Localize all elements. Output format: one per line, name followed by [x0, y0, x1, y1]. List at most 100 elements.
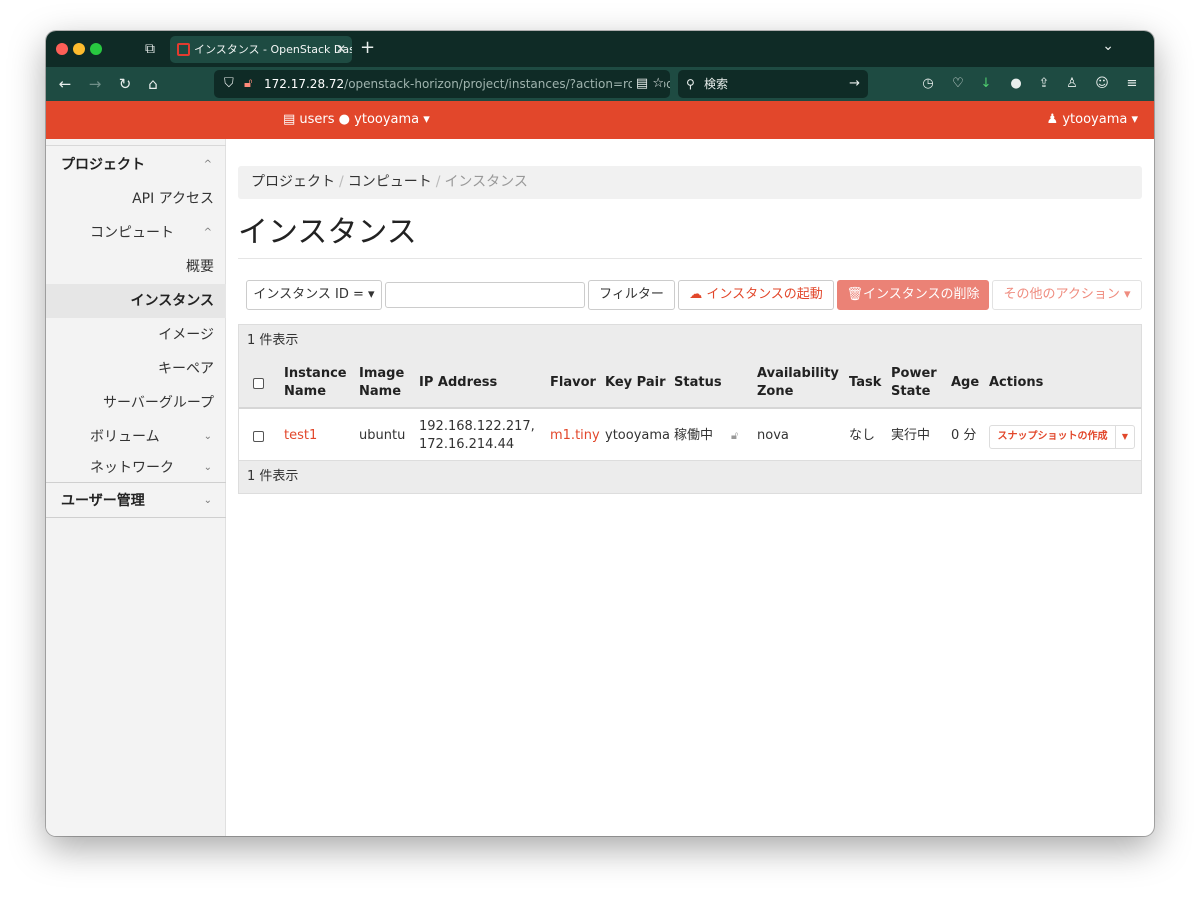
chevron-down-icon: ⌄ — [203, 462, 212, 473]
instance-name-link[interactable]: test1 — [284, 411, 317, 461]
status-label: 稼働中 — [674, 428, 714, 443]
column-header-task[interactable]: Task — [849, 357, 881, 409]
task-cell: なし — [849, 428, 876, 443]
launch-instance-button[interactable]: ☁︎ インスタンスの起動 — [678, 280, 834, 310]
user-icon: ♟ — [1046, 112, 1063, 127]
sidebar-item-compute[interactable]: コンピュート ^ — [46, 216, 226, 250]
search-bar[interactable]: ⚲ 検索 → — [678, 70, 868, 98]
minimize-window-button[interactable] — [73, 43, 85, 55]
launch-instance-label: インスタンスの起動 — [706, 287, 823, 302]
sidebar-item-api-access[interactable]: API アクセス — [46, 182, 226, 216]
delete-instances-button[interactable]: 🗑︎インスタンスの削除 — [837, 280, 989, 310]
chevron-up-icon: ^ — [203, 227, 212, 238]
tab-overview-icon[interactable]: ⧉ — [140, 39, 160, 59]
project-selector[interactable]: ▤ users ● ytooyama ▾ — [283, 101, 430, 139]
breadcrumb-separator: / — [339, 174, 344, 190]
column-header-age[interactable]: Age — [951, 357, 979, 409]
home-icon[interactable]: ⌂ — [142, 73, 164, 95]
download-icon[interactable]: ↓ — [976, 73, 996, 95]
more-actions-button[interactable]: その他のアクション ▾ — [992, 280, 1142, 310]
breadcrumb-separator: / — [435, 174, 441, 190]
column-header-instance-name[interactable]: Instance Name — [284, 357, 352, 409]
image-name-cell: ubuntu — [359, 428, 406, 443]
browser-window: ⧉ インスタンス - OpenStack Dashboard ✕ + ⌄ ← →… — [46, 31, 1154, 836]
sidebar-item-label: ネットワーク — [90, 460, 174, 476]
breadcrumb-current: インスタンス — [444, 174, 528, 190]
breadcrumb-compute[interactable]: コンピュート — [348, 174, 432, 190]
column-header-image-name[interactable]: Image Name — [359, 357, 409, 409]
browser-tab[interactable]: インスタンス - OpenStack Dashboard ✕ — [170, 36, 352, 63]
tab-bar: ⧉ インスタンス - OpenStack Dashboard ✕ + ⌄ — [46, 31, 1154, 67]
translate-and-bookmark-icons[interactable]: ▤ ☆ — [631, 70, 664, 98]
column-header-power-state[interactable]: Power State — [891, 357, 939, 409]
power-state-cell: 実行中 — [891, 428, 931, 443]
project-list-icon: ▤ — [283, 112, 300, 127]
table-count-bottom: 1 件表示 — [239, 461, 1141, 493]
user-menu[interactable]: ♟ ytooyama ▾ — [1047, 101, 1138, 139]
column-header-ip-address[interactable]: IP Address — [419, 357, 497, 409]
filter-button[interactable]: フィルター — [588, 280, 675, 310]
menu-icon[interactable]: ≡ — [1122, 73, 1142, 95]
search-go-arrow-icon[interactable]: → — [849, 70, 860, 98]
sidebar-group-label: ユーザー管理 — [61, 493, 145, 509]
sidebar-item-instances[interactable]: インスタンス — [46, 284, 226, 318]
ip-address-2: 172.16.214.44 — [419, 437, 515, 452]
column-header-status[interactable]: Status — [674, 357, 722, 409]
sidebar-item-network[interactable]: ネットワーク ⌄ — [46, 451, 226, 485]
url-host: 172.17.28.72 — [264, 77, 345, 91]
sidebar-item-keypairs[interactable]: キーペア — [46, 352, 226, 386]
back-arrow-icon[interactable]: ← — [54, 73, 76, 95]
create-snapshot-button[interactable]: スナップショットの作成 — [989, 425, 1116, 449]
sidebar-item-volumes[interactable]: ボリューム ⌄ — [46, 420, 226, 454]
share-icon[interactable]: ⇪ — [1034, 73, 1054, 95]
row-checkbox[interactable] — [253, 430, 264, 442]
caret-down-icon: ▼ — [1121, 432, 1129, 441]
zoom-window-button[interactable] — [90, 43, 102, 55]
breadcrumb: プロジェクト / コンピュート / インスタンス — [238, 166, 1142, 199]
pocket-icon[interactable]: ♡ — [948, 73, 968, 95]
row-checkbox-cell — [253, 411, 264, 461]
tab-close-icon[interactable]: ✕ — [336, 36, 346, 63]
sidebar-item-server-groups[interactable]: サーバーグループ — [46, 386, 226, 420]
ip-address-1: 192.168.122.217, — [419, 419, 535, 434]
forward-arrow-icon[interactable]: → — [84, 73, 106, 95]
flavor-link[interactable]: m1.tiny — [550, 411, 600, 461]
sidebar-divider — [46, 482, 226, 483]
chevron-down-icon: ⌄ — [203, 431, 212, 442]
history-icon[interactable]: ◷ — [918, 73, 938, 95]
openstack-favicon-icon — [177, 43, 190, 56]
filter-input[interactable] — [385, 282, 585, 308]
new-tab-button[interactable]: + — [360, 37, 375, 58]
column-header-flavor[interactable]: Flavor — [550, 357, 596, 409]
sidebar-group-identity[interactable]: ユーザー管理 ⌄ — [46, 484, 226, 518]
table-row: test1 ubuntu 192.168.122.217, 172.16.214… — [239, 411, 1141, 461]
filter-field-dropdown[interactable]: インスタンス ID = ▾ — [246, 280, 382, 310]
unlock-icon: 🔓︎ — [731, 429, 739, 442]
sidebar: プロジェクト ^ API アクセス コンピュート ^ 概要 インスタンス イメー… — [46, 139, 226, 836]
sidebar-divider — [46, 139, 226, 146]
select-all-checkbox[interactable] — [253, 377, 264, 389]
reload-icon[interactable]: ↻ — [114, 73, 136, 95]
insecure-lock-icon[interactable]: 🔓︎ — [244, 70, 252, 98]
table-header: Instance Name Image Name IP Address Flav… — [239, 357, 1141, 409]
account-icon[interactable]: ♙ — [1062, 73, 1082, 95]
breadcrumb-project[interactable]: プロジェクト — [251, 174, 335, 190]
instances-table: 1 件表示 Instance Name Image Name IP Addres… — [238, 324, 1142, 494]
column-header-availability-zone[interactable]: Availability Zone — [757, 357, 839, 409]
sidebar-item-images[interactable]: イメージ — [46, 318, 226, 352]
page-title: インスタンス — [238, 215, 417, 250]
sidebar-item-overview[interactable]: 概要 — [46, 250, 226, 284]
avatar-extension-icon[interactable]: ☺ — [1092, 73, 1112, 95]
row-actions-dropdown[interactable]: ▼ — [1115, 425, 1135, 449]
chevron-down-icon[interactable]: ⌄ — [1102, 38, 1114, 54]
close-window-button[interactable] — [56, 43, 68, 55]
shield-icon[interactable]: ⛉ — [224, 70, 234, 98]
sidebar-group-project[interactable]: プロジェクト ^ — [46, 148, 226, 182]
sidebar-divider — [46, 517, 226, 518]
search-placeholder: 検索 — [704, 77, 729, 91]
column-header-key-pair[interactable]: Key Pair — [605, 357, 665, 409]
navigation-bar: ← → ↻ ⌂ ⛉ 🔓︎ 172.17.28.72/openstack-hori… — [46, 67, 1154, 101]
ip-address-cell: 192.168.122.217, 172.16.214.44 — [419, 411, 535, 461]
url-bar[interactable]: ⛉ 🔓︎ 172.17.28.72/openstack-horizon/proj… — [214, 70, 670, 98]
extension-y-icon[interactable]: ● — [1006, 73, 1026, 95]
